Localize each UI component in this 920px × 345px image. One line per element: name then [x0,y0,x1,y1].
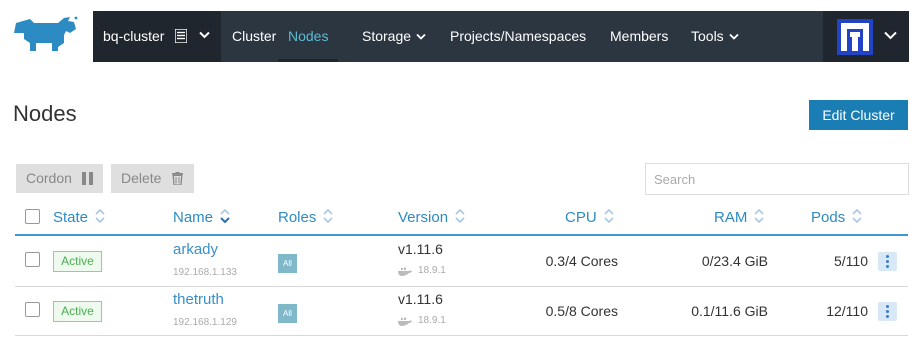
chevron-down-icon [416,33,426,40]
roles-header-label: Roles [278,209,317,226]
sort-icon [455,209,465,223]
docker-icon [398,317,412,326]
chevron-down-icon [884,31,897,40]
row-checkbox[interactable] [25,302,40,317]
docker-icon [398,267,412,276]
node-name-link[interactable]: arkady [173,241,218,258]
row-checkbox[interactable] [25,252,40,267]
sort-icon [95,209,105,223]
kubernetes-version: v1.11.6 [398,291,443,307]
chevron-down-icon [199,31,210,39]
docker-version: 18.9.1 [418,315,446,326]
node-name-link[interactable]: thetruth [173,291,224,308]
nav-active-underline [278,59,339,62]
row-divider [15,286,908,287]
column-header-pods[interactable]: Pods [811,209,862,226]
node-ip: 192.168.1.133 [173,267,237,278]
kebab-menu-icon[interactable] [878,252,897,271]
kebab-menu-icon[interactable] [878,302,897,321]
cpu-value: 0.5/8 Cores [545,303,618,319]
delete-button[interactable]: Delete [111,164,194,193]
nav-nodes[interactable]: Nodes [278,11,339,62]
role-badge: All [278,304,297,323]
user-menu[interactable] [823,11,909,62]
node-ip: 192.168.1.129 [173,317,237,328]
delete-label: Delete [121,170,162,186]
role-badge: All [278,254,297,273]
column-header-cpu[interactable]: CPU [565,209,614,226]
top-header: bq-cluster Cluster Nodes Storage Project… [0,0,920,72]
status-badge: Active [53,301,102,322]
pods-value: 5/110 [834,253,868,269]
search-input[interactable] [645,163,909,195]
pods-value: 12/110 [826,303,868,319]
cpu-value: 0.3/4 Cores [545,253,618,269]
sort-icon [604,209,614,223]
docker-version: 18.9.1 [418,265,446,276]
kubernetes-version: v1.11.6 [398,241,443,257]
nav-tools[interactable]: Tools [691,11,739,62]
nav-storage-label: Storage [362,28,412,44]
trash-icon [172,172,183,185]
nav-tools-label: Tools [691,28,724,44]
column-header-ram[interactable]: RAM [714,209,764,226]
nav-members[interactable]: Members [610,11,668,62]
nav-nodes-label: Nodes [288,28,329,44]
cluster-list-icon [175,29,187,43]
sort-icon [323,209,333,223]
page-title: Nodes [13,101,77,126]
nav-cluster-label: Cluster [232,28,277,44]
sort-icon [220,209,230,223]
cordon-button[interactable]: Cordon [16,164,103,193]
sort-icon [754,209,764,223]
column-header-name[interactable]: Name [173,209,230,226]
sort-icon [852,209,862,223]
user-avatar-icon [837,19,873,55]
cpu-header-label: CPU [565,209,597,226]
chevron-down-icon [729,33,739,40]
version-header-label: Version [398,209,449,226]
nav-cluster[interactable]: Cluster [232,11,276,62]
nav-projects-label: Projects/Namespaces [450,28,587,44]
cordon-label: Cordon [26,170,72,186]
status-badge: Active [53,251,102,272]
table-header-divider [15,234,908,236]
name-header-label: Name [173,209,214,226]
column-header-state[interactable]: State [53,209,105,226]
state-header-label: State [53,209,89,226]
cluster-name: bq-cluster [103,28,165,44]
pause-icon [82,172,93,185]
ram-value: 0.1/11.6 GiB [691,303,768,319]
cluster-selector[interactable]: bq-cluster [93,11,221,62]
column-header-roles[interactable]: Roles [278,209,333,226]
edit-cluster-button[interactable]: Edit Cluster [809,100,908,130]
ram-value: 0/23.4 GiB [701,253,768,269]
pods-header-label: Pods [811,209,846,226]
select-all-checkbox[interactable] [25,209,40,224]
nav-members-label: Members [610,28,669,44]
main-nav: bq-cluster Cluster Nodes Storage Project… [93,11,909,62]
ram-header-label: RAM [714,209,748,226]
nav-storage[interactable]: Storage [362,11,426,62]
rancher-logo-icon[interactable] [10,13,80,57]
column-header-version[interactable]: Version [398,209,465,226]
nav-projects-namespaces[interactable]: Projects/Namespaces [450,11,586,62]
row-divider [15,335,908,336]
